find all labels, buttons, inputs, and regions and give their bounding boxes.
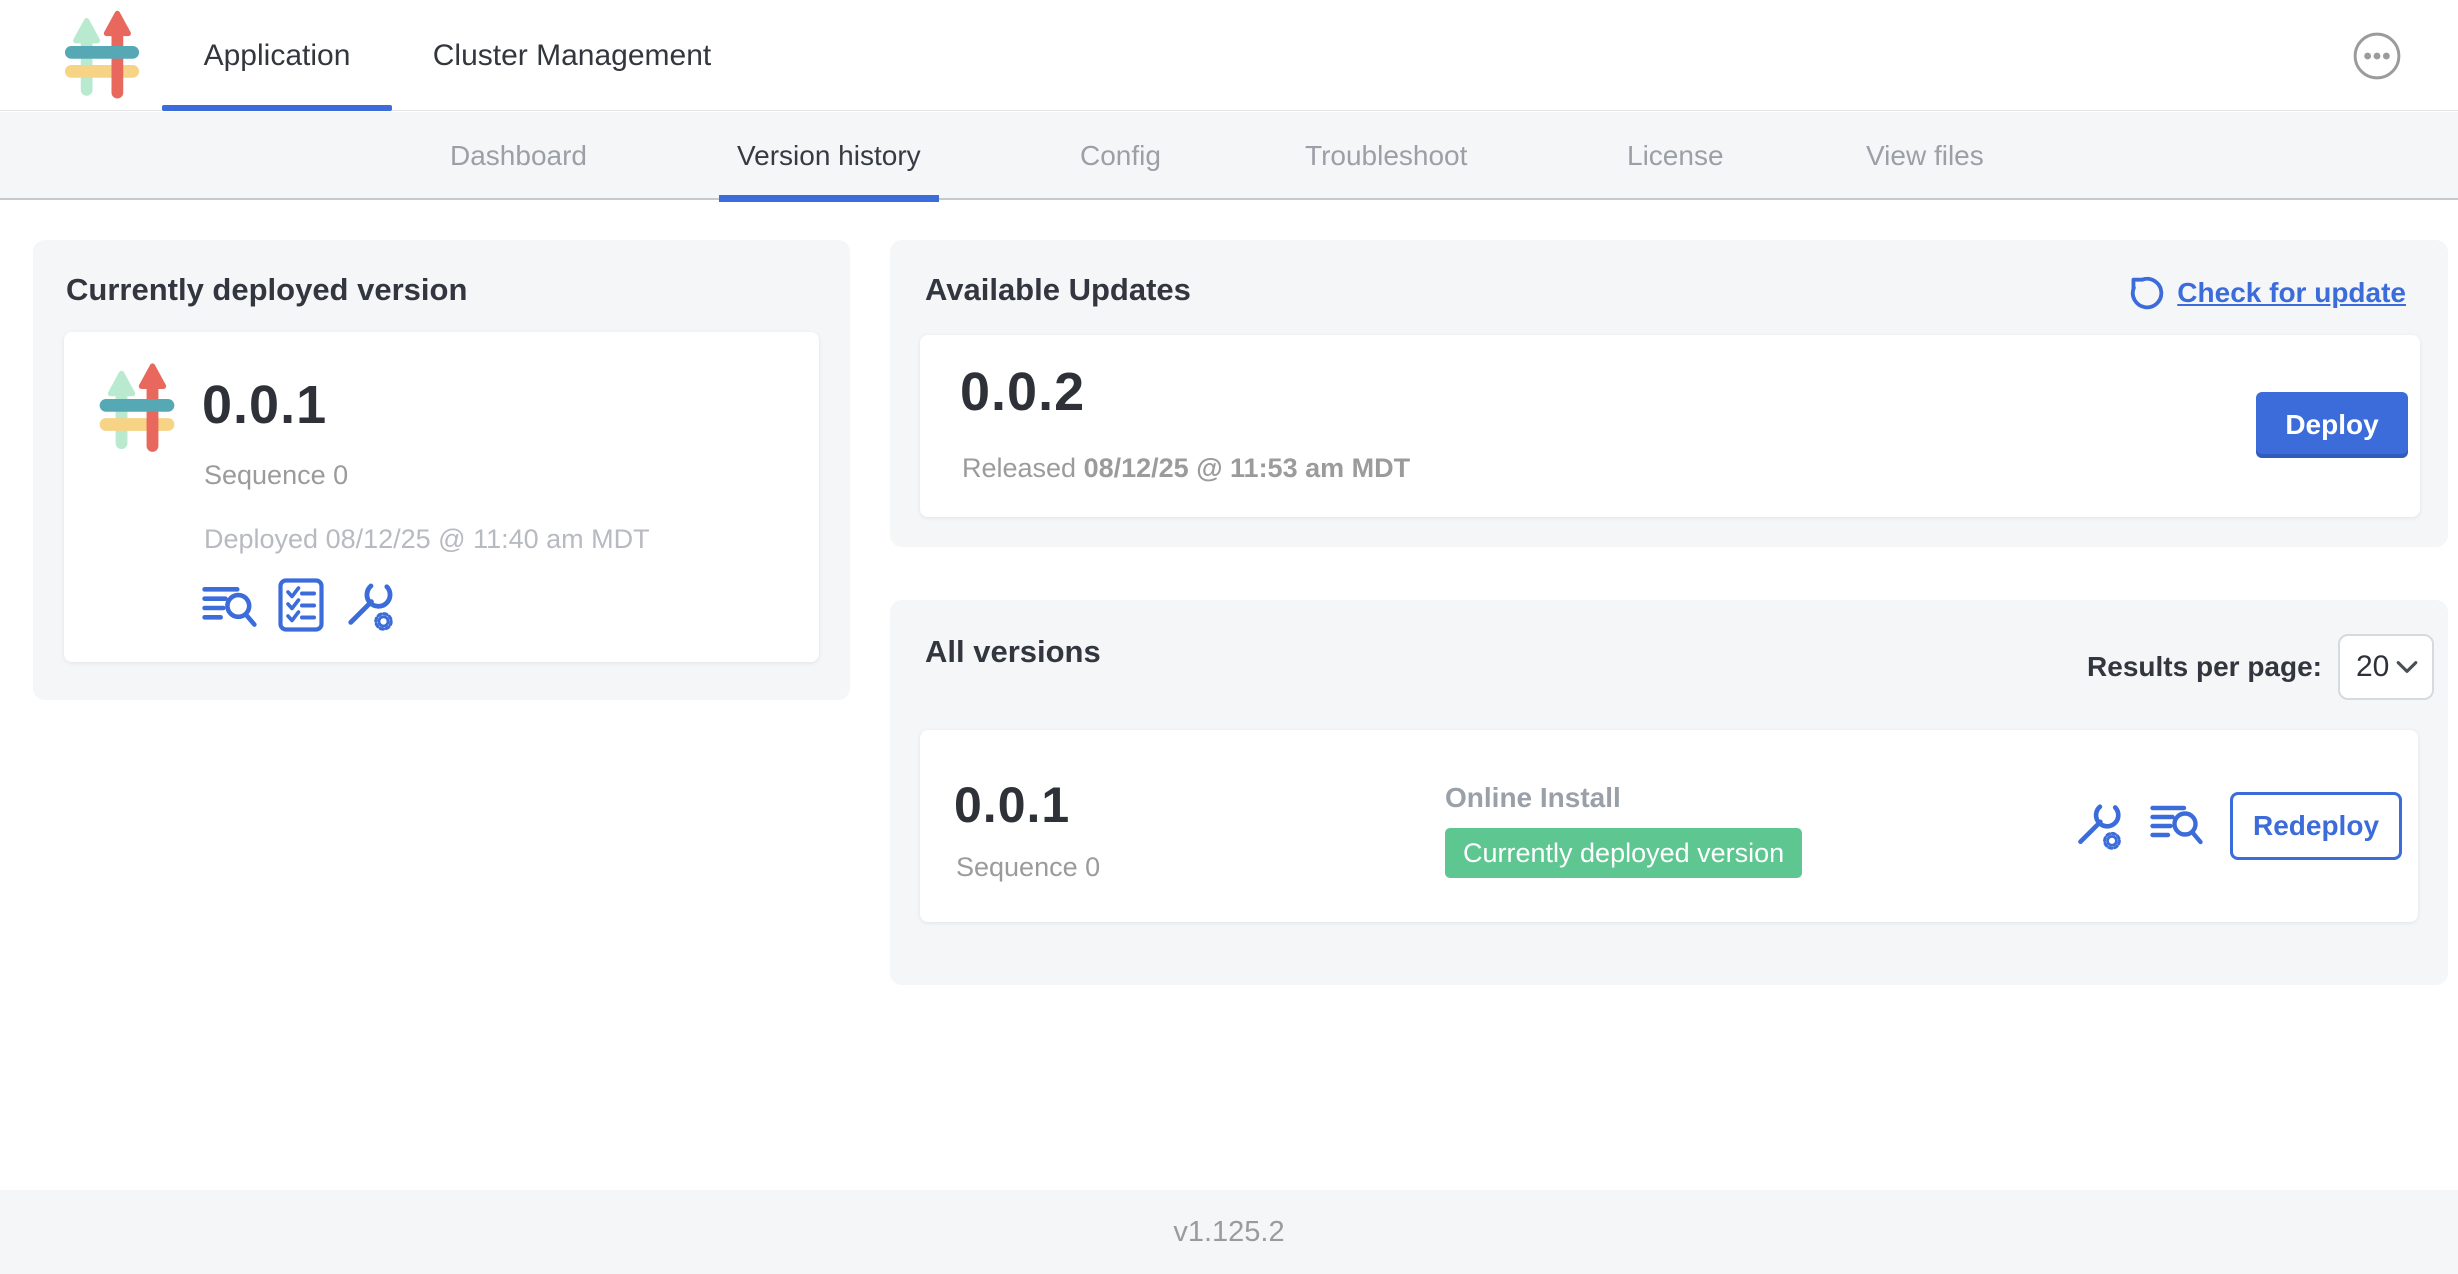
view-logs-icon[interactable] bbox=[2150, 803, 2204, 849]
all-versions-card: All versions Results per page: 20 0.0.1 … bbox=[890, 600, 2448, 985]
chevron-down-icon bbox=[2396, 660, 2418, 674]
subnav-config-label: Config bbox=[1080, 140, 1161, 172]
tab-cluster-management-label: Cluster Management bbox=[433, 39, 711, 73]
console-footer: v1.125.2 bbox=[0, 1190, 2458, 1274]
row-sequence: Sequence 0 bbox=[956, 852, 1100, 883]
subnav-troubleshoot[interactable]: Troubleshoot bbox=[1305, 112, 1467, 200]
view-logs-icon[interactable] bbox=[202, 584, 258, 632]
refresh-icon bbox=[2127, 274, 2165, 312]
subnav-license-label: License bbox=[1627, 140, 1724, 172]
preflight-checks-icon[interactable] bbox=[278, 578, 324, 632]
row-actions: Redeploy bbox=[2074, 730, 2402, 922]
check-for-update-link[interactable]: Check for update bbox=[2127, 274, 2406, 312]
subnav-version-history-label: Version history bbox=[737, 140, 921, 172]
overflow-menu-button[interactable] bbox=[2352, 31, 2402, 81]
tab-cluster-management[interactable]: Cluster Management bbox=[422, 0, 722, 111]
subnav-view-files-label: View files bbox=[1866, 140, 1984, 172]
active-subnav-indicator bbox=[719, 195, 939, 202]
subnav-troubleshoot-label: Troubleshoot bbox=[1305, 140, 1467, 172]
row-install-type: Online Install bbox=[1445, 782, 1621, 814]
update-released-timestamp: Released 08/12/25 @ 11:53 am MDT bbox=[962, 453, 1410, 484]
results-per-page: Results per page: 20 bbox=[2087, 634, 2434, 700]
deployed-version-panel: 0.0.1 Sequence 0 Deployed 08/12/25 @ 11:… bbox=[64, 332, 819, 662]
available-updates-card: Available Updates Check for update 0.0.2… bbox=[890, 240, 2448, 547]
all-versions-title: All versions bbox=[925, 634, 1101, 670]
console-version: v1.125.2 bbox=[1173, 1216, 1284, 1249]
results-per-page-value: 20 bbox=[2356, 650, 2389, 684]
app-logo bbox=[57, 9, 147, 103]
edit-config-icon[interactable] bbox=[2074, 801, 2124, 851]
app-subnav: Dashboard Version history Config Trouble… bbox=[0, 112, 2458, 200]
currently-deployed-badge: Currently deployed version bbox=[1445, 828, 1802, 878]
currently-deployed-card: Currently deployed version 0.0.1 Sequenc… bbox=[33, 240, 850, 700]
deployed-version-actions bbox=[202, 578, 396, 632]
released-date: 08/12/25 @ 11:53 am MDT bbox=[1084, 453, 1411, 483]
check-for-update-label: Check for update bbox=[2177, 277, 2406, 309]
subnav-license[interactable]: License bbox=[1627, 112, 1724, 200]
row-version-number: 0.0.1 bbox=[954, 776, 1070, 834]
released-label: Released bbox=[962, 453, 1076, 483]
available-updates-title: Available Updates bbox=[925, 272, 1191, 308]
update-version-number: 0.0.2 bbox=[960, 361, 1085, 423]
subnav-dashboard[interactable]: Dashboard bbox=[450, 112, 587, 200]
results-per-page-label: Results per page: bbox=[2087, 651, 2322, 683]
version-row: 0.0.1 Sequence 0 Online Install Currentl… bbox=[920, 730, 2418, 922]
top-nav-bar: Application Cluster Management bbox=[0, 0, 2458, 111]
deploy-button[interactable]: Deploy bbox=[2256, 392, 2408, 458]
results-per-page-select[interactable]: 20 bbox=[2338, 634, 2434, 700]
active-tab-indicator bbox=[162, 105, 392, 111]
tab-application-label: Application bbox=[204, 39, 351, 73]
subnav-view-files[interactable]: View files bbox=[1866, 112, 1984, 200]
subnav-config[interactable]: Config bbox=[1080, 112, 1161, 200]
update-row: 0.0.2 Released 08/12/25 @ 11:53 am MDT D… bbox=[920, 335, 2420, 517]
main-content: Currently deployed version 0.0.1 Sequenc… bbox=[0, 202, 2458, 1190]
redeploy-button[interactable]: Redeploy bbox=[2230, 792, 2402, 860]
tab-application[interactable]: Application bbox=[162, 0, 392, 111]
currently-deployed-title: Currently deployed version bbox=[66, 272, 467, 308]
ellipsis-icon bbox=[2352, 31, 2402, 81]
subnav-dashboard-label: Dashboard bbox=[450, 140, 587, 172]
deployed-version-number: 0.0.1 bbox=[202, 374, 327, 436]
deployed-timestamp: Deployed 08/12/25 @ 11:40 am MDT bbox=[204, 524, 650, 555]
app-logo bbox=[96, 354, 178, 464]
subnav-version-history[interactable]: Version history bbox=[719, 112, 939, 200]
deployed-sequence: Sequence 0 bbox=[204, 460, 348, 491]
edit-config-icon[interactable] bbox=[344, 580, 396, 632]
